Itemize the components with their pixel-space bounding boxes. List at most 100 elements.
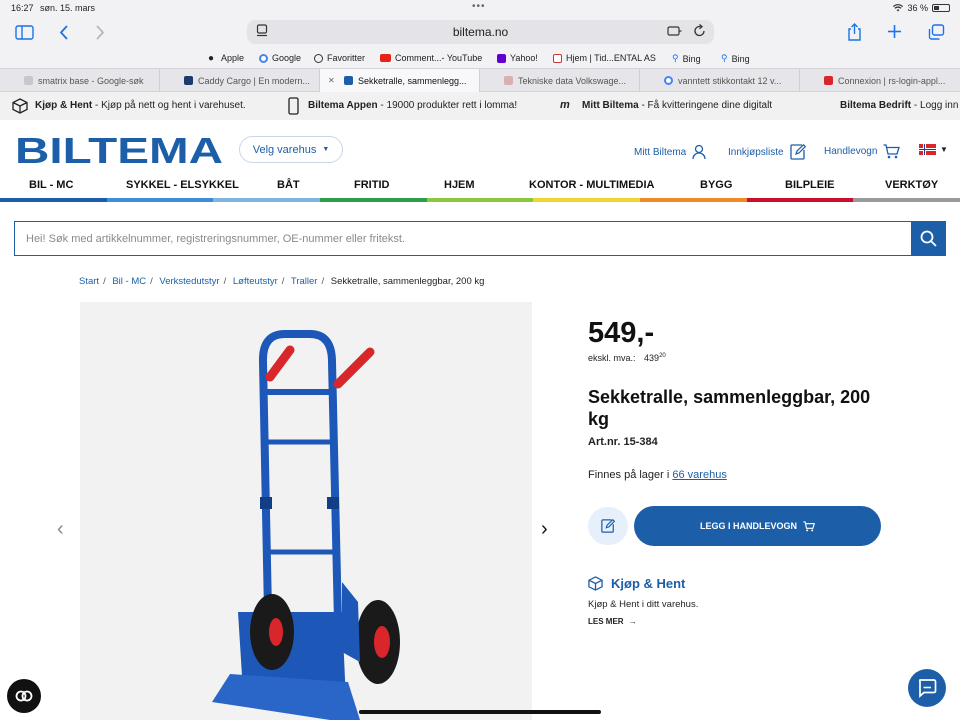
breadcrumb-separator: /	[223, 276, 227, 287]
breadcrumb-current: Sekketralle, sammenleggbar, 200 kg	[330, 276, 485, 287]
tab-google-search[interactable]: smatrix base - Google-søk	[0, 69, 160, 92]
price-ex-vat: ekskl. mva.: 43920	[588, 353, 666, 363]
sidebar-toggle-icon[interactable]	[15, 25, 34, 40]
caret-down-icon[interactable]: ▼	[940, 145, 948, 154]
usp-title: Kjøp & Hent	[35, 100, 93, 111]
mitt-biltema-icon: m	[560, 99, 570, 111]
bookmark-label: Favoritter	[327, 53, 366, 63]
wishlist-label: Innkjøpsliste	[728, 146, 784, 158]
nav-bygg[interactable]: BYGG	[700, 179, 732, 191]
product-price: 549,-	[588, 317, 655, 349]
bookmark-tidenental[interactable]: Hjem | Tid...ENTAL AS	[553, 53, 656, 63]
usp-text: - Logg inn	[911, 100, 959, 111]
chat-button[interactable]	[908, 669, 946, 707]
read-more-label: LES MER	[588, 617, 624, 626]
category-color-segment	[213, 198, 321, 202]
user-icon	[692, 144, 706, 160]
bookmark-apple[interactable]: ● Apple	[208, 53, 244, 63]
nav-bilpleie[interactable]: BILPLEIE	[785, 179, 835, 191]
product-image-gallery[interactable]	[80, 302, 532, 720]
search-button[interactable]	[911, 222, 945, 255]
add-to-list-button[interactable]	[588, 507, 628, 545]
usp-kjop-hent[interactable]: Kjøp & Hent - Kjøp på nett og hent i var…	[35, 100, 246, 111]
tab-caddy-cargo[interactable]: Caddy Cargo | En modern...	[160, 69, 320, 92]
article-number: Art.nr. 15-384	[588, 436, 658, 448]
nav-bat[interactable]: BÅT	[277, 179, 300, 191]
tabs-overview-icon[interactable]	[928, 24, 945, 40]
breadcrumb-bil-mc[interactable]: Bil - MC	[112, 276, 146, 287]
rs-icon	[824, 76, 833, 85]
youtube-icon	[380, 54, 391, 62]
tab-sekketralle[interactable]: ✕ Sekketralle, sammenlegg...	[320, 69, 480, 92]
tab-label: Tekniske data Volkswage...	[518, 75, 627, 86]
search-input[interactable]	[15, 222, 911, 255]
edit-list-icon	[789, 144, 806, 160]
close-tab-icon[interactable]: ✕	[328, 76, 335, 85]
tab-connexion[interactable]: Connexion | rs-login-appl...	[800, 69, 960, 92]
bookmark-label: Yahoo!	[510, 53, 538, 63]
breadcrumb-lofteutstyr[interactable]: Løfteutstyr	[233, 276, 278, 287]
add-to-cart-button[interactable]: LEGG I HANDLEVOGN	[634, 506, 881, 546]
bookmark-bing-1[interactable]: ⚲ Bing	[672, 53, 701, 64]
breadcrumb: Start / Bil - MC / Verkstedutstyr / Løfteut…	[79, 276, 484, 287]
chat-icon	[918, 679, 937, 698]
new-tab-icon[interactable]	[887, 24, 902, 39]
next-image-icon[interactable]: ›	[541, 518, 548, 541]
bookmark-yahoo[interactable]: Yahoo!	[497, 53, 538, 63]
cookie-settings-button[interactable]	[7, 679, 41, 713]
category-color-segment	[533, 198, 641, 202]
multitask-dots-icon[interactable]: •••	[472, 1, 486, 12]
stock-stores-link[interactable]: 66 varehus	[672, 469, 726, 481]
tab-bar: smatrix base - Google-søk Caddy Cargo | …	[0, 68, 960, 92]
tab-vanntett[interactable]: vanntett stikkontakt 12 v...	[640, 69, 800, 92]
extension-icon[interactable]	[667, 24, 682, 38]
back-icon[interactable]	[59, 25, 69, 40]
reload-icon[interactable]	[693, 24, 706, 38]
stock-text: Finnes på lager i	[588, 469, 673, 481]
tab-tekniske-data[interactable]: Tekniske data Volkswage...	[480, 69, 640, 92]
cart-link[interactable]: Handlevogn	[824, 144, 901, 159]
bookmark-google[interactable]: Google	[259, 53, 301, 63]
nav-kontor[interactable]: KONTOR - MULTIMEDIA	[529, 179, 654, 191]
select-store-button[interactable]: Velg varehus ▼	[239, 136, 343, 163]
forward-icon[interactable]	[95, 25, 105, 40]
previous-image-icon[interactable]: ‹	[57, 518, 64, 541]
breadcrumb-start[interactable]: Start	[79, 276, 99, 287]
wishlist-link[interactable]: Innkjøpsliste	[728, 144, 806, 160]
read-more-link[interactable]: LES MER →	[588, 617, 637, 626]
mitt-biltema-link[interactable]: Mitt Biltema	[634, 144, 706, 160]
bookmark-youtube[interactable]: Comment...- YouTube	[380, 53, 482, 63]
status-right: 36 %	[893, 3, 950, 13]
nav-bil-mc[interactable]: BIL - MC	[29, 179, 73, 191]
tab-label: smatrix base - Google-søk	[38, 75, 144, 86]
tab-label: Connexion | rs-login-appl...	[838, 75, 946, 86]
battery-percent: 36 %	[907, 3, 928, 13]
home-indicator[interactable]	[359, 710, 601, 714]
norway-flag-icon[interactable]	[919, 144, 936, 155]
nav-sykkel[interactable]: SYKKEL - ELSYKKEL	[126, 179, 239, 191]
nav-fritid[interactable]: FRITID	[354, 179, 389, 191]
usp-bar: Kjøp & Hent - Kjøp på nett og hent i var…	[0, 92, 960, 120]
breadcrumb-verkstedutstyr[interactable]: Verkstedutstyr	[159, 276, 219, 287]
tab-label: vanntett stikkontakt 12 v...	[678, 75, 782, 86]
wifi-icon	[893, 4, 904, 12]
bookmark-favoritter[interactable]: Favoritter	[314, 53, 365, 63]
logo-text: BILTEMA	[15, 135, 223, 165]
usp-app[interactable]: Biltema Appen - 19000 produkter rett i l…	[308, 100, 517, 111]
status-bar: 16:27 søn. 15. mars ••• 36 %	[0, 0, 960, 16]
bookmark-label: Google	[272, 53, 302, 63]
address-bar[interactable]: biltema.no	[247, 20, 714, 44]
cart-label: Handlevogn	[824, 146, 878, 157]
battery-icon	[932, 4, 950, 12]
biltema-logo[interactable]: BILTEMA	[15, 135, 223, 165]
usp-bedrift[interactable]: Biltema Bedrift - Logg inn	[840, 100, 958, 111]
breadcrumb-traller[interactable]: Traller	[291, 276, 318, 287]
bookmark-bing-2[interactable]: ⚲ Bing	[721, 53, 750, 64]
share-icon[interactable]	[847, 23, 862, 41]
nav-hjem[interactable]: HJEM	[444, 179, 475, 191]
usp-mitt-biltema[interactable]: Mitt Biltema - Få kvitteringene dine dig…	[582, 100, 772, 111]
bookmarks-bar: ● Apple Google Favoritter Comment...- You…	[0, 48, 960, 68]
nav-verktoy[interactable]: VERKTØY	[885, 179, 938, 191]
breadcrumb-separator: /	[281, 276, 285, 287]
tidenental-icon	[553, 53, 562, 63]
